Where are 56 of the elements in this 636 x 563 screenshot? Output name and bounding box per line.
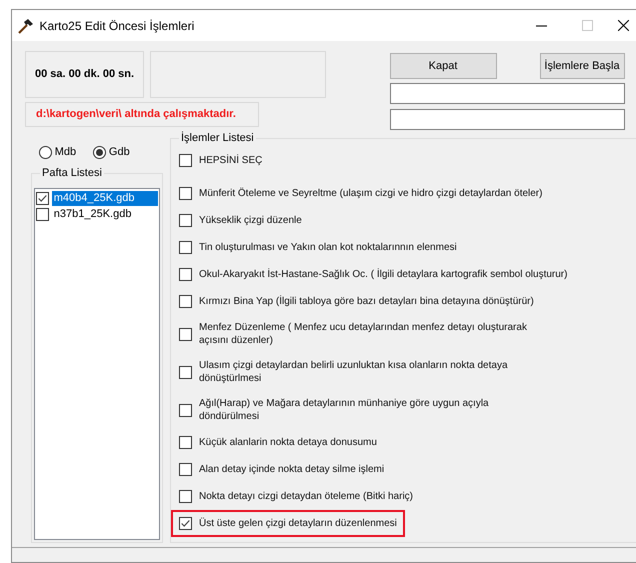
group-label: İşlemler Listesi bbox=[179, 131, 256, 145]
timer-display: 00 sa. 00 dk. 00 sn. bbox=[25, 51, 144, 98]
checkbox-row[interactable]: Ulasım çizgi detaylardan belirli uzunluktan kısa olanların nokta detaya dönüştürlmesi bbox=[171, 353, 516, 391]
checkbox-row[interactable]: Okul-Akaryakıt İst-Hastane-Sağlık Oc. ( İlgili detaylara kartografik sembol oluşturur) bbox=[171, 261, 576, 288]
checkbox[interactable] bbox=[179, 268, 192, 281]
option-label: Menfez Düzenleme ( Menfez ucu detaylarından menfez detayı oluşturarak açısını düzenler) bbox=[199, 321, 527, 347]
option-label: Ulasım çizgi detaylardan belirli uzunluktan kısa olanların nokta detaya dönüştürlmesi bbox=[199, 359, 508, 385]
text-field[interactable] bbox=[390, 83, 624, 104]
checkbox[interactable] bbox=[36, 192, 49, 205]
checkbox-row[interactable]: Alan detay içinde nokta detay silme işlemi bbox=[171, 456, 392, 483]
start-button[interactable]: İşlemlere Başla bbox=[540, 53, 624, 79]
checkbox[interactable] bbox=[179, 241, 192, 254]
checkbox[interactable] bbox=[179, 517, 192, 530]
option-label: Alan detay içinde nokta detay silme işlemi bbox=[199, 463, 384, 476]
checkbox[interactable] bbox=[179, 463, 192, 476]
checkbox-row[interactable]: Tin oluşturulması ve Yakın olan kot noktalarınnın elenmesi bbox=[171, 234, 465, 261]
radio-option[interactable]: Mdb bbox=[39, 144, 76, 160]
option-label: Okul-Akaryakıt İst-Hastane-Sağlık Oc. ( İlgili detaylara kartografik sembol oluşturur) bbox=[199, 268, 568, 281]
checkbox[interactable] bbox=[179, 295, 192, 308]
option-label: Nokta detayı cizgi detaydan öteleme (Bitki hariç) bbox=[199, 490, 413, 503]
checkbox-row[interactable]: Yükseklik çizgi düzenle bbox=[171, 207, 310, 234]
status-message: d:\kartogen\veri\ altında çalışmaktadır. bbox=[25, 102, 259, 127]
checkbox-row[interactable]: Küçük alanlarin nokta detaya donusumu bbox=[171, 429, 385, 456]
option-label: Tin oluşturulması ve Yakın olan kot noktalarınnın elenmesi bbox=[199, 241, 457, 254]
option-label: Münferit Öteleme ve Seyreltme (ulaşım cizgi ve hidro çizgi detaylardan öteler) bbox=[199, 187, 542, 200]
checkbox[interactable] bbox=[36, 208, 49, 221]
checkbox[interactable] bbox=[179, 404, 192, 416]
close-icon[interactable] bbox=[618, 20, 628, 31]
checkbox[interactable] bbox=[179, 328, 192, 340]
checkbox-row[interactable]: Üst üste gelen çizgi detayların düzenlenmesi bbox=[171, 510, 405, 537]
text-field[interactable] bbox=[390, 109, 624, 130]
list-item[interactable]: m40b4_25K.gdb bbox=[52, 191, 158, 206]
checkbox[interactable] bbox=[179, 366, 192, 378]
checkbox-row[interactable]: Menfez Düzenleme ( Menfez ucu detaylarından menfez detayı oluşturarak açısını düzenler) bbox=[171, 315, 535, 353]
list-item[interactable]: n37b1_25K.gdb bbox=[52, 207, 158, 222]
option-label: HEPSİNİ SEÇ bbox=[199, 154, 262, 167]
checkbox-row[interactable]: Münferit Öteleme ve Seyreltme (ulaşım cizgi ve hidro çizgi detaylardan öteler) bbox=[171, 180, 550, 207]
option-label: Küçük alanlarin nokta detaya donusumu bbox=[199, 436, 377, 449]
checkbox[interactable] bbox=[179, 214, 192, 227]
option-label: Ağıl(Harap) ve Mağara detaylarının münhaniye göre uygun açıyla döndürülmesi bbox=[199, 397, 489, 423]
checkbox[interactable] bbox=[179, 436, 192, 449]
option-label: Kırmızı Bina Yap (İlgili tabloya göre bazı detayları bina detayına dönüştürür) bbox=[199, 295, 534, 308]
checkbox-row[interactable]: Nokta detayı cizgi detaydan öteleme (Bitki hariç) bbox=[171, 483, 421, 510]
option-label: Yükseklik çizgi düzenle bbox=[199, 214, 302, 227]
checkbox-row[interactable]: HEPSİNİ SEÇ bbox=[171, 147, 270, 174]
group-label: Pafta Listesi bbox=[40, 166, 104, 180]
window-title: Karto25 Edit Öncesi İşlemleri bbox=[40, 18, 194, 34]
checkbox-row[interactable]: Kırmızı Bina Yap (İlgili tabloya göre bazı detayları bina detayına dönüştürür) bbox=[171, 288, 542, 315]
checkbox[interactable] bbox=[179, 154, 192, 167]
hammer-icon bbox=[18, 18, 34, 34]
close-dialog-button[interactable]: Kapat bbox=[390, 53, 496, 79]
checkbox[interactable] bbox=[179, 490, 192, 503]
radio-option[interactable]: Gdb bbox=[93, 144, 130, 160]
checkbox-row[interactable]: Ağıl(Harap) ve Mağara detaylarının münhaniye göre uygun açıyla döndürülmesi bbox=[171, 391, 497, 429]
option-label: Üst üste gelen çizgi detayların düzenlenmesi bbox=[199, 517, 397, 530]
checkbox[interactable] bbox=[179, 187, 192, 200]
